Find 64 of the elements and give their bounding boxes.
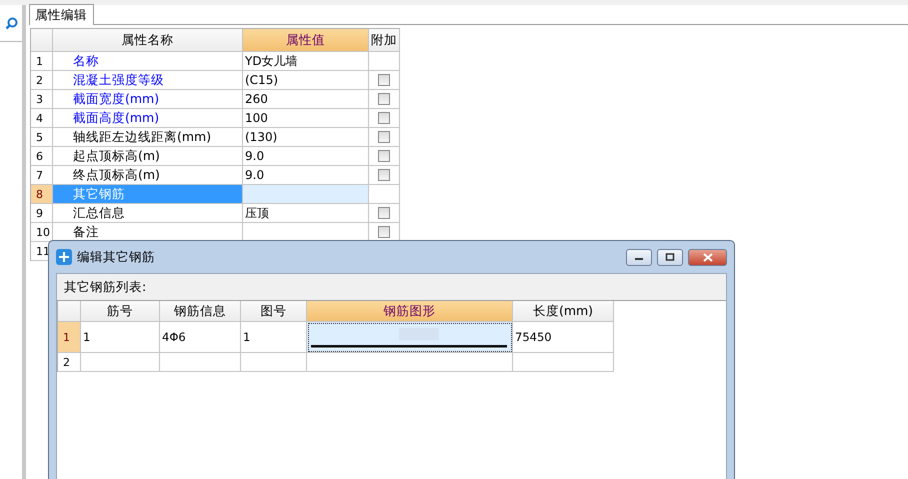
checkbox[interactable] [378,226,390,238]
table-cell[interactable]: 4Φ6 [160,322,241,353]
header-cell [58,301,81,322]
search-icon[interactable] [4,16,18,30]
row-number: 6 [31,147,53,166]
checkbox[interactable] [378,131,390,143]
column-header: 钢筋图形 [307,301,513,322]
property-name[interactable]: 起点顶标高(m) [53,147,243,166]
table-cell[interactable] [160,353,241,372]
property-name[interactable]: 混凝土强度等级 [53,71,243,90]
checkbox[interactable] [378,169,390,181]
property-name[interactable]: 截面宽度(mm) [53,90,243,109]
checkbox[interactable] [378,112,390,124]
column-header: 钢筋信息 [160,301,241,322]
table-cell[interactable]: 1 [81,322,160,353]
column-header: 长度(mm) [513,301,614,322]
row-number: 1 [58,322,81,353]
table-cell[interactable]: 75450 [513,322,614,353]
row-number: 3 [31,90,53,109]
checkbox[interactable] [378,150,390,162]
row-number: 10 [31,223,53,242]
property-name[interactable]: 终点顶标高(m) [53,166,243,185]
row-number: 7 [31,166,53,185]
checkbox[interactable] [378,93,390,105]
minimize-button[interactable] [626,248,652,266]
column-header: 图号 [241,301,307,322]
row-number: 9 [31,204,53,223]
column-header: 筋号 [81,301,160,322]
column-header: 属性值 [243,29,369,52]
property-value[interactable]: 100 [243,109,369,128]
maximize-icon [665,253,675,261]
header-cell [31,29,53,52]
close-button[interactable] [688,248,727,266]
property-name[interactable]: 截面高度(mm) [53,109,243,128]
table-cell[interactable] [81,353,160,372]
checkbox[interactable] [378,207,390,219]
column-header: 附加 [369,29,400,52]
property-value[interactable]: 260 [243,90,369,109]
app-icon [56,249,72,265]
row-number: 2 [31,71,53,90]
row-number: 8 [31,185,53,204]
table-cell[interactable] [307,353,513,372]
maximize-button[interactable] [657,248,683,266]
row-number: 4 [31,109,53,128]
table-cell[interactable] [513,353,614,372]
property-value[interactable]: (C15) [243,71,369,90]
close-icon [702,252,712,262]
property-name[interactable]: 名称 [53,52,243,71]
property-value[interactable]: 9.0 [243,166,369,185]
list-label: 其它钢筋列表: [63,278,148,296]
tab[interactable]: 属性编辑 [29,4,94,25]
dialog-title: 编辑其它钢筋 [77,248,156,266]
checkbox[interactable] [378,74,390,86]
column-header: 属性名称 [53,29,243,52]
property-value[interactable]: (130) [243,128,369,147]
property-name[interactable]: 汇总信息 [53,204,243,223]
property-name[interactable]: 轴线距左边线距离(mm) [53,128,243,147]
property-value[interactable]: YD女儿墙 [243,52,369,71]
row-number: 5 [31,128,53,147]
property-value[interactable]: 9.0 [243,147,369,166]
property-value[interactable]: 压顶 [243,204,369,223]
table-cell[interactable] [307,322,513,353]
row-number: 2 [58,353,81,372]
row-number: 1 [31,52,53,71]
